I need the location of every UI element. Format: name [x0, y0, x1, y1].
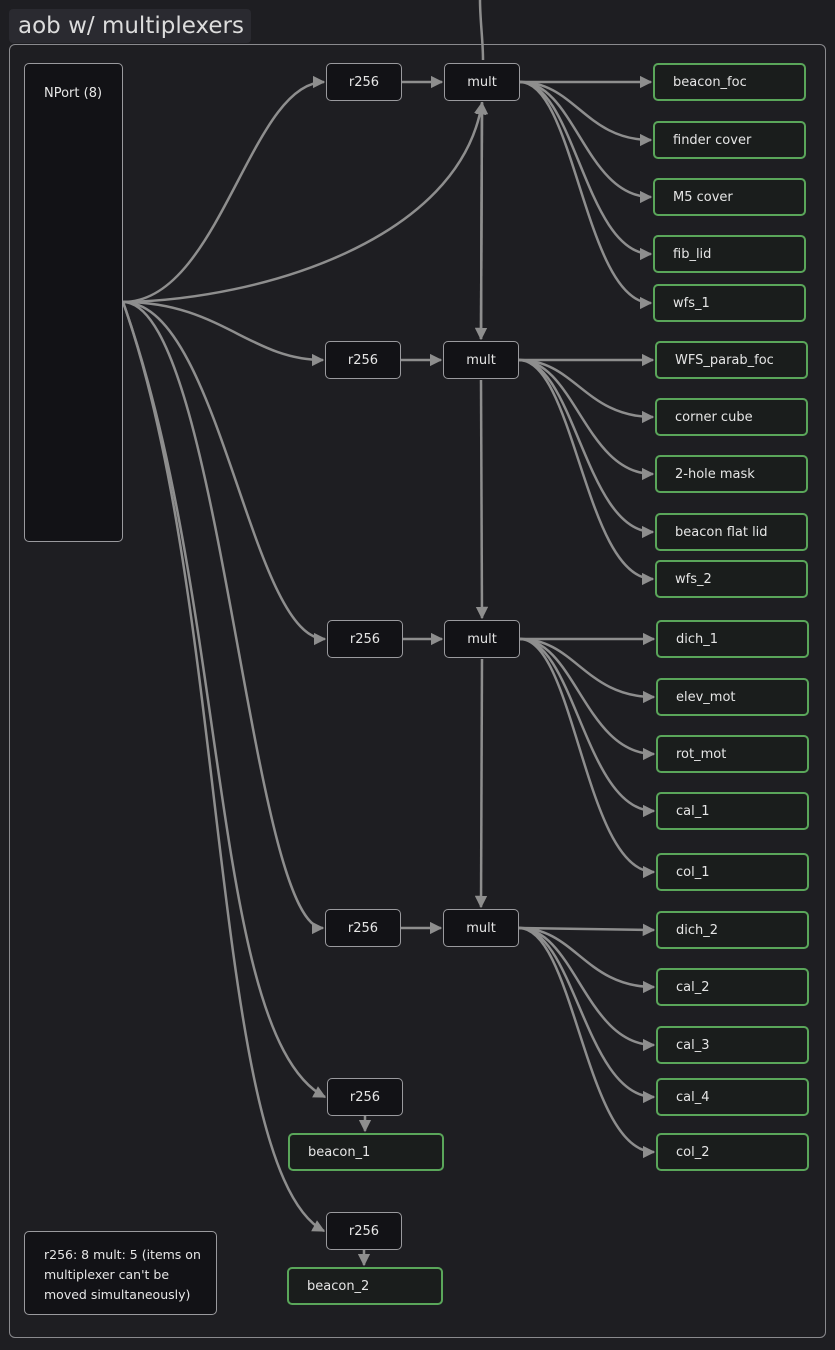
- target-node-1-3[interactable]: M5 cover: [653, 178, 806, 216]
- mult-node-2[interactable]: mult: [443, 341, 519, 379]
- target-node-1-4-label: fib_lid: [673, 246, 712, 262]
- target-node-2-3[interactable]: 2-hole mask: [655, 455, 808, 493]
- r256-direct-node-1[interactable]: r256: [327, 1078, 403, 1116]
- target-node-1-1[interactable]: beacon_foc: [653, 63, 806, 101]
- target-node-3-1[interactable]: dich_1: [656, 620, 809, 658]
- target-node-4-2-label: cal_2: [676, 979, 710, 995]
- wire-top-entry: [478, 0, 485, 61]
- wire-mult-4-to-target-3: [518, 926, 656, 1052]
- mult-node-3[interactable]: mult: [444, 620, 520, 658]
- direct-target-node-2-label: beacon_2: [307, 1278, 370, 1294]
- target-node-1-5-label: wfs_1: [673, 295, 710, 311]
- target-node-4-4[interactable]: cal_4: [656, 1078, 809, 1116]
- target-node-3-4[interactable]: cal_1: [656, 792, 809, 830]
- wire-mult-4-to-target-4: [518, 926, 656, 1104]
- direct-target-node-1-label: beacon_1: [308, 1144, 371, 1160]
- wire-mult-3-to-target-4: [519, 637, 656, 818]
- target-node-4-4-label: cal_4: [676, 1089, 710, 1105]
- target-node-3-5[interactable]: col_1: [656, 853, 809, 891]
- target-node-2-1-label: WFS_parab_foc: [675, 352, 774, 368]
- target-node-2-5[interactable]: wfs_2: [655, 560, 808, 598]
- wire-source-to-r256-direct-1: [121, 301, 327, 1099]
- target-node-3-2[interactable]: elev_mot: [656, 678, 809, 716]
- target-node-3-5-label: col_1: [676, 864, 710, 880]
- target-node-1-4[interactable]: fib_lid: [653, 235, 806, 273]
- target-node-2-1[interactable]: WFS_parab_foc: [655, 341, 808, 379]
- target-node-2-2[interactable]: corner cube: [655, 398, 808, 436]
- r256-direct-node-1-label: r256: [349, 1089, 381, 1105]
- target-node-3-3-label: rot_mot: [676, 746, 727, 762]
- r256-node-3-label: r256: [349, 631, 381, 647]
- wire-mult-3-to-mult-4: [474, 658, 488, 909]
- wire-source-to-r256-1: [122, 75, 326, 304]
- r256-node-1[interactable]: r256: [326, 63, 402, 101]
- wire-source-to-mult-1: [122, 101, 487, 304]
- mult-node-4[interactable]: mult: [443, 909, 519, 947]
- mult-node-3-label: mult: [467, 631, 497, 647]
- nport-node[interactable]: NPort (8): [24, 63, 123, 542]
- target-node-1-2[interactable]: finder cover: [653, 121, 806, 159]
- r256-direct-node-2[interactable]: r256: [326, 1212, 402, 1250]
- target-node-3-4-label: cal_1: [676, 803, 710, 819]
- wire-mult-1-to-target-4: [519, 80, 653, 261]
- nport-label: NPort (8): [44, 86, 103, 101]
- wire-mult-2-to-mult-3: [475, 379, 489, 620]
- r256-node-3[interactable]: r256: [327, 620, 403, 658]
- target-node-4-1-label: dich_2: [676, 922, 719, 938]
- direct-target-node-2[interactable]: beacon_2: [287, 1267, 443, 1305]
- target-node-2-3-label: 2-hole mask: [675, 466, 755, 482]
- note-box: r256: 8 mult: 5 (items on multiplexer ca…: [24, 1231, 217, 1315]
- wire-mult-2-to-target-4: [518, 358, 655, 539]
- mult-node-2-label: mult: [466, 352, 496, 368]
- target-node-4-2[interactable]: cal_2: [656, 968, 809, 1006]
- target-node-3-3[interactable]: rot_mot: [656, 735, 809, 773]
- target-node-1-3-label: M5 cover: [673, 189, 733, 205]
- target-node-2-5-label: wfs_2: [675, 571, 712, 587]
- r256-node-2[interactable]: r256: [325, 341, 401, 379]
- target-node-4-5[interactable]: col_2: [656, 1133, 809, 1171]
- wire-source-to-r256-2: [122, 300, 325, 367]
- target-node-3-1-label: dich_1: [676, 631, 719, 647]
- target-node-4-3[interactable]: cal_3: [656, 1026, 809, 1064]
- mult-node-4-label: mult: [466, 920, 496, 936]
- target-node-2-4[interactable]: beacon flat lid: [655, 513, 808, 551]
- wire-mult-2-to-mult-1: [475, 101, 489, 340]
- target-node-4-1[interactable]: dich_2: [656, 911, 809, 949]
- r256-node-1-label: r256: [348, 74, 380, 90]
- r256-node-2-label: r256: [347, 352, 379, 368]
- wire-source-to-r256-3: [122, 300, 327, 646]
- target-node-4-5-label: col_2: [676, 1144, 710, 1160]
- mult-node-1[interactable]: mult: [444, 63, 520, 101]
- direct-target-node-1[interactable]: beacon_1: [288, 1133, 444, 1171]
- target-node-4-3-label: cal_3: [676, 1037, 710, 1053]
- wire-mult-3-to-target-5: [519, 637, 656, 879]
- target-node-1-2-label: finder cover: [673, 132, 752, 148]
- wire-source-to-r256-direct-2: [121, 301, 326, 1233]
- mult-node-1-label: mult: [467, 74, 497, 90]
- target-node-1-1-label: beacon_foc: [673, 74, 747, 90]
- target-node-3-2-label: elev_mot: [676, 689, 736, 705]
- target-node-2-2-label: corner cube: [675, 409, 753, 425]
- r256-node-4[interactable]: r256: [325, 909, 401, 947]
- r256-direct-node-2-label: r256: [348, 1223, 380, 1239]
- target-node-1-5[interactable]: wfs_1: [653, 284, 806, 322]
- r256-node-4-label: r256: [347, 920, 379, 936]
- target-node-2-4-label: beacon flat lid: [675, 524, 768, 540]
